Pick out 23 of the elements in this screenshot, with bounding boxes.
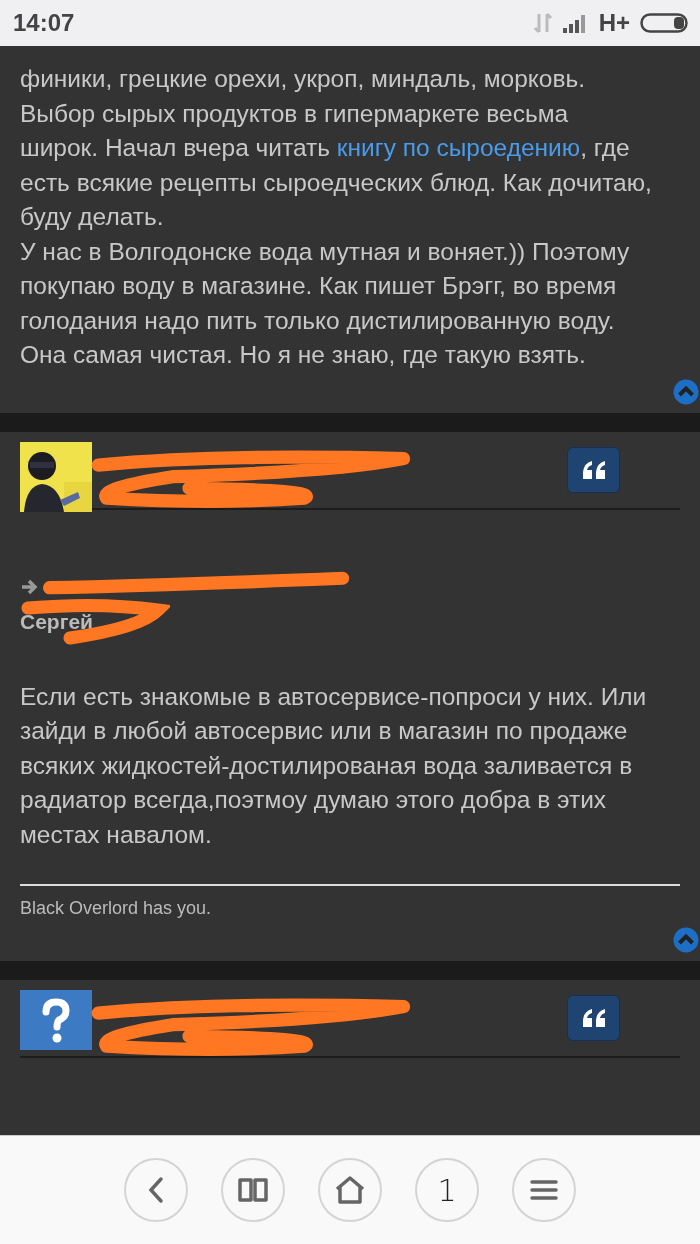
back-icon: [146, 1176, 166, 1204]
tabs-button[interactable]: 1: [415, 1158, 479, 1222]
battery-icon: [640, 12, 688, 34]
book-link[interactable]: книгу по сыроедению: [336, 134, 581, 161]
quote-icon: [580, 458, 607, 481]
data-arrows-icon: [532, 12, 553, 34]
quote-button[interactable]: [567, 446, 620, 493]
clock: 14:07: [13, 9, 75, 37]
scroll-up-icon[interactable]: [673, 927, 699, 953]
post-text: У нас в Волгодонске вода мутная и воняет.)) Поэтому покупаю воду в магазине. Как пишет Брэгг, во время голодания надо пить только дистилированную воду. Она самая чистая. Но я не знаю, где такую взять.: [20, 236, 631, 370]
unknown-user-icon: [20, 990, 92, 1050]
menu-icon: [530, 1178, 558, 1202]
post-text: Если есть знакомые в автосервисе-попроси у них. Или зайди в любой автосервис или в магазин по продаже всяких жидкостей-достилированая вода заливается в радиатор всегда,поэтмоу думаю этого добра в этих местах навалом.: [20, 681, 648, 850]
network-type: H+: [598, 9, 630, 37]
post-text: финики, грецкие орехи, укроп, миндаль, морковь. Выбор сырых продуктов в гипермаркете весьма широк. Начал вчера читать книгу по сыроедению, где есть всякие рецепты сыроедческих блюд. Как дочитаю, буду делать.: [20, 64, 652, 232]
book-icon: [237, 1176, 269, 1204]
quote-icon: [580, 1007, 607, 1029]
author-name: Сергей: [20, 609, 93, 633]
home-icon: [334, 1175, 366, 1205]
scroll-up-icon[interactable]: [673, 378, 699, 405]
quote-button[interactable]: [567, 995, 620, 1041]
arrow-icon: [20, 577, 40, 596]
signature: Black Overlord has you.: [20, 898, 212, 918]
